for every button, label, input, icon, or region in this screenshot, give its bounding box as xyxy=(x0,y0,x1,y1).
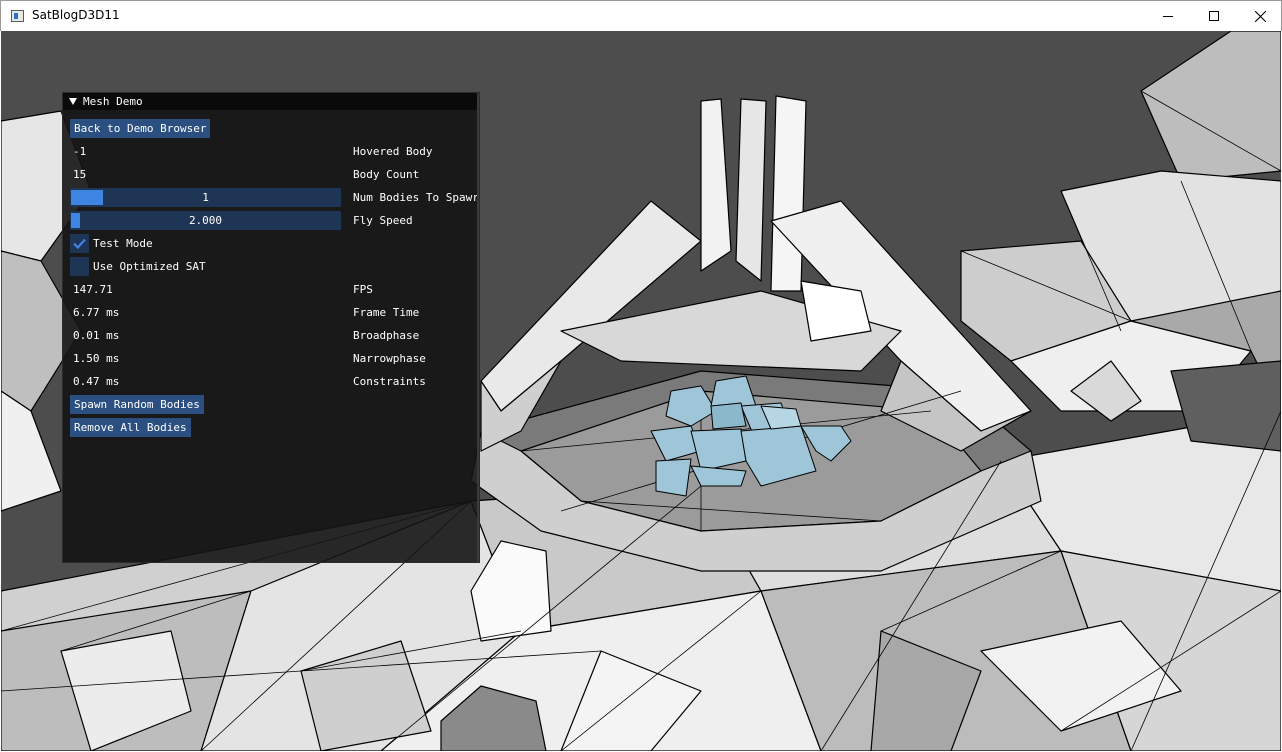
collapse-triangle-icon[interactable] xyxy=(69,98,77,105)
narrowphase-row: 1.50 ms Narrowphase xyxy=(70,348,480,368)
checkmark-icon xyxy=(73,238,86,249)
test-mode-row: Test Mode xyxy=(70,233,480,253)
constraints-row: 0.47 ms Constraints xyxy=(70,371,480,391)
app-window-icon xyxy=(11,10,24,22)
maximize-icon xyxy=(1209,11,1219,21)
minimize-button[interactable] xyxy=(1145,1,1191,31)
mesh-demo-panel[interactable]: Mesh Demo Back to Demo Browser -1 Hovere… xyxy=(62,92,480,563)
frame-time-value: 6.77 ms xyxy=(73,305,120,319)
frame-time-label: Frame Time xyxy=(353,305,420,319)
back-row: Back to Demo Browser xyxy=(70,118,211,138)
fps-value: 147.71 xyxy=(73,282,113,296)
remove-row: Remove All Bodies xyxy=(70,417,191,437)
window-titlebar[interactable]: SatBlogD3D11 xyxy=(0,0,1282,31)
close-icon xyxy=(1254,10,1266,22)
minimize-icon xyxy=(1163,15,1173,17)
narrowphase-label: Narrowphase xyxy=(353,351,426,365)
broadphase-label: Broadphase xyxy=(353,328,420,342)
fly-speed-label: Fly Speed xyxy=(353,213,413,227)
constraints-value: 0.47 ms xyxy=(73,374,120,388)
use-optimized-sat-checkbox[interactable] xyxy=(70,256,89,276)
body-count-row: 15 Body Count xyxy=(70,164,480,184)
num-bodies-label: Num Bodies To Spawr xyxy=(353,190,479,204)
hovered-body-row: -1 Hovered Body xyxy=(70,141,480,161)
body-count-label: Body Count xyxy=(353,167,420,181)
hovered-body-label: Hovered Body xyxy=(353,144,433,158)
hovered-body-value: -1 xyxy=(73,144,87,158)
optimized-sat-row: Use Optimized SAT xyxy=(70,256,480,276)
constraints-label: Constraints xyxy=(353,374,426,388)
fly-speed-slider-value: 2.000 xyxy=(188,213,223,227)
broadphase-row: 0.01 ms Broadphase xyxy=(70,325,480,345)
body-count-value: 15 xyxy=(73,167,87,181)
fly-speed-slider[interactable]: 2.000 xyxy=(70,210,341,230)
fly-speed-row: 2.000 Fly Speed xyxy=(70,210,480,230)
broadphase-value: 0.01 ms xyxy=(73,328,120,342)
test-mode-label: Test Mode xyxy=(93,236,153,250)
num-bodies-slider[interactable]: 1 xyxy=(70,187,341,207)
num-bodies-row: 1 Num Bodies To Spawr xyxy=(70,187,480,207)
narrowphase-value: 1.50 ms xyxy=(73,351,120,365)
close-button[interactable] xyxy=(1237,1,1282,31)
spawn-random-bodies-button[interactable]: Spawn Random Bodies xyxy=(70,394,204,414)
fps-row: 147.71 FPS xyxy=(70,279,480,299)
render-viewport[interactable]: Mesh Demo Back to Demo Browser -1 Hovere… xyxy=(1,31,1281,751)
fps-label: FPS xyxy=(353,282,373,296)
window-title: SatBlogD3D11 xyxy=(32,8,120,22)
back-to-demo-browser-button[interactable]: Back to Demo Browser xyxy=(70,118,211,138)
maximize-button[interactable] xyxy=(1191,1,1237,31)
remove-all-bodies-button[interactable]: Remove All Bodies xyxy=(70,417,191,437)
use-optimized-sat-label: Use Optimized SAT xyxy=(93,259,206,273)
frame-time-row: 6.77 ms Frame Time xyxy=(70,302,480,322)
num-bodies-slider-value: 1 xyxy=(202,190,209,204)
test-mode-checkbox[interactable] xyxy=(70,233,89,253)
panel-title: Mesh Demo xyxy=(83,95,143,108)
panel-resize-edge[interactable] xyxy=(477,93,479,562)
spawn-row: Spawn Random Bodies xyxy=(70,394,204,414)
panel-titlebar[interactable]: Mesh Demo xyxy=(63,93,479,110)
